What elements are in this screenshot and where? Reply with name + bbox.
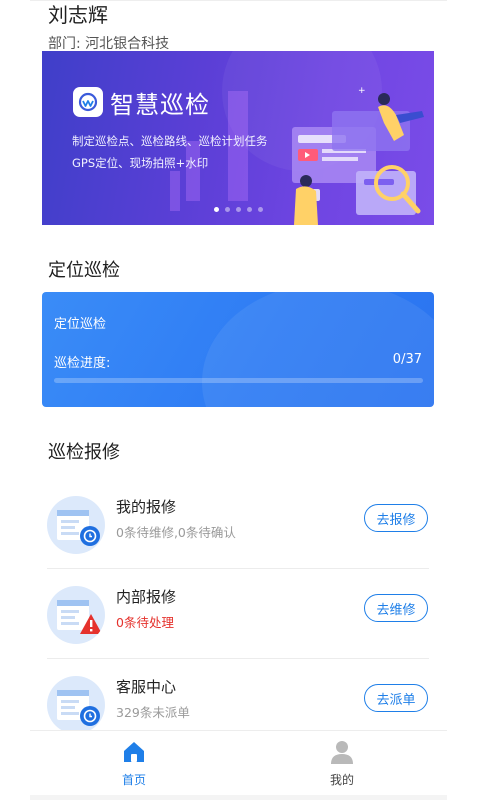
- list-item-customer-service[interactable]: 客服中心 329条未派单 去派单: [47, 659, 429, 734]
- go-repair-button[interactable]: 去维修: [364, 594, 428, 622]
- list-item-my-repairs[interactable]: 我的报修 0条待维修,0条待确认 去报修: [47, 479, 429, 569]
- promo-banner[interactable]: 智慧巡检 制定巡检点、巡检路线、巡检计划任务 GPS定位、现场拍照+水印 +: [42, 51, 434, 225]
- progress-label: 巡检进度:: [54, 356, 111, 371]
- card-decoration: [202, 292, 434, 407]
- list-item-title: 内部报修: [116, 588, 177, 606]
- tab-mine[interactable]: 我的: [302, 739, 382, 788]
- tab-home[interactable]: 首页: [94, 739, 174, 788]
- tab-mine-label: 我的: [329, 773, 354, 787]
- positioning-card[interactable]: 定位巡检 巡检进度: 0/37: [42, 292, 434, 407]
- list-item-status: 329条未派单: [116, 705, 190, 720]
- list-item-status: 0条待维修,0条待确认: [116, 525, 236, 540]
- positioning-section-title: 定位巡检: [48, 260, 120, 281]
- banner-title: 智慧巡检: [110, 91, 210, 119]
- user-name: 刘志辉: [48, 3, 108, 27]
- clock-badge-icon: [47, 676, 105, 734]
- list-item-title: 客服中心: [116, 678, 177, 696]
- warning-badge-icon: [47, 586, 105, 644]
- positioning-card-title: 定位巡检: [54, 317, 107, 332]
- svg-text:+: +: [358, 86, 366, 96]
- pagination-dot[interactable]: [236, 207, 241, 212]
- banner-pagination: [214, 207, 263, 212]
- pagination-dot[interactable]: [214, 207, 219, 212]
- list-item-internal-repairs[interactable]: 内部报修 0条待处理 去维修: [47, 569, 429, 659]
- inspection-illustration-icon: +: [292, 86, 424, 225]
- pagination-dot[interactable]: [225, 207, 230, 212]
- go-report-button[interactable]: 去报修: [364, 504, 428, 532]
- pagination-dot[interactable]: [247, 207, 252, 212]
- user-department: 部门: 河北银合科技: [48, 36, 170, 52]
- user-icon: [331, 741, 353, 764]
- banner-feature-line-2: GPS定位、现场拍照+水印: [72, 156, 209, 170]
- list-item-status: 0条待处理: [116, 615, 174, 630]
- progress-value: 0/37: [392, 352, 422, 367]
- go-dispatch-button[interactable]: 去派单: [364, 684, 428, 712]
- banner-decoration-bar: [170, 171, 180, 211]
- banner-feature-line-1: 制定巡检点、巡检路线、巡检计划任务: [72, 134, 268, 148]
- home-indicator-bar: [30, 795, 447, 800]
- tab-home-label: 首页: [121, 773, 146, 787]
- home-icon: [124, 742, 144, 762]
- banner-decoration-bar: [186, 141, 200, 201]
- list-item-title: 我的报修: [116, 498, 177, 516]
- bottom-tab-bar: 首页 我的: [30, 730, 447, 796]
- pagination-dot[interactable]: [258, 207, 263, 212]
- repair-section-title: 巡检报修: [48, 442, 120, 463]
- app-logo-icon: [73, 87, 103, 117]
- progress-bar: [54, 378, 423, 383]
- clock-badge-icon: [47, 496, 105, 554]
